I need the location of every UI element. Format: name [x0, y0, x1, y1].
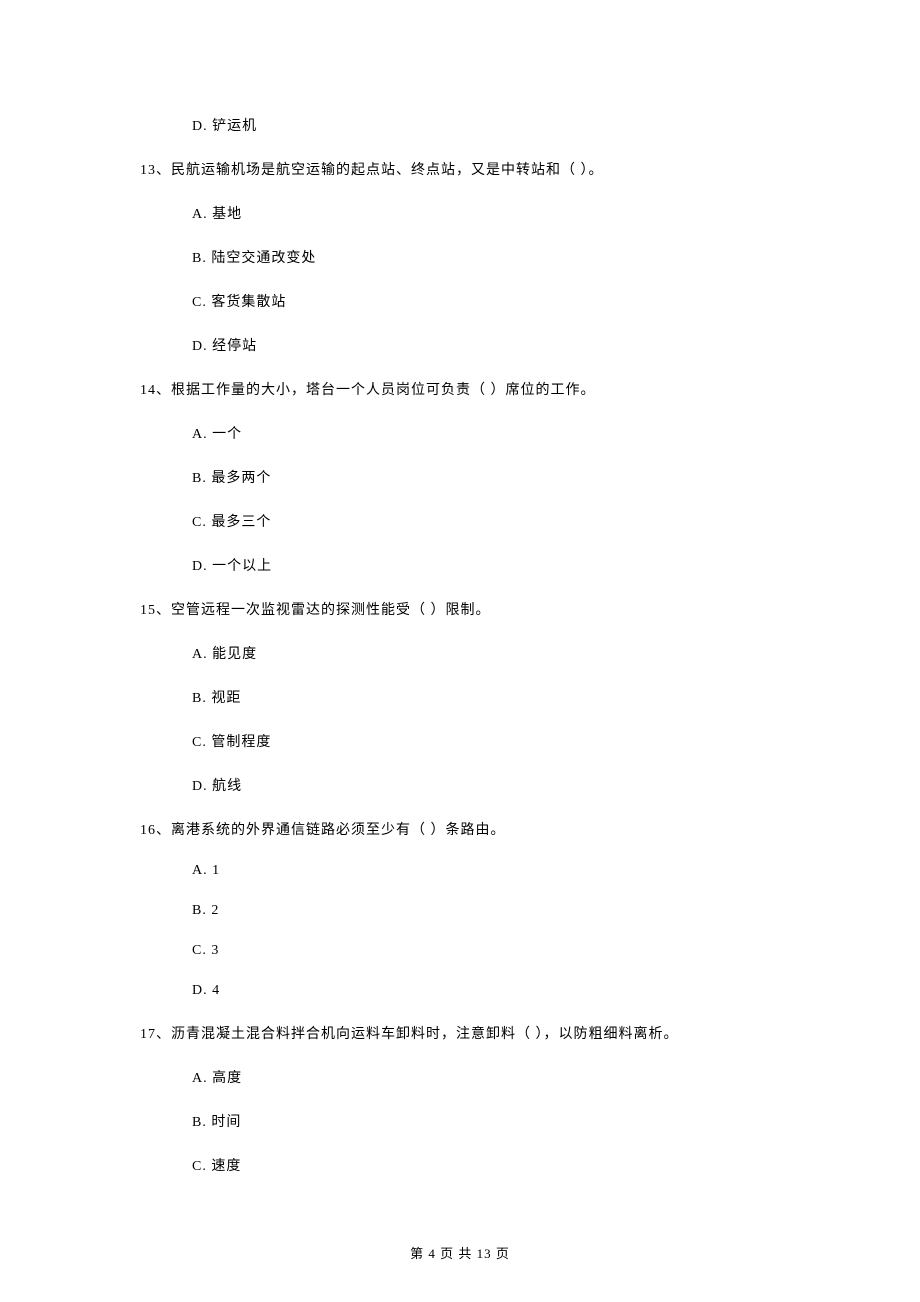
question-16-option-d: D. 4 — [192, 983, 780, 999]
question-15-stem: 15、空管远程一次监视雷达的探测性能受（ ）限制。 — [140, 599, 780, 619]
question-14-stem: 14、根据工作量的大小，塔台一个人员岗位可负责（ ）席位的工作。 — [140, 379, 780, 399]
question-15-option-a: A. 能见度 — [192, 643, 780, 663]
question-16-stem: 16、离港系统的外界通信链路必须至少有（ ）条路由。 — [140, 819, 780, 839]
question-14-option-b: B. 最多两个 — [192, 467, 780, 487]
question-13-option-a: A. 基地 — [192, 203, 780, 223]
question-13-stem: 13、民航运输机场是航空运输的起点站、终点站，又是中转站和（ ）。 — [140, 159, 780, 179]
orphan-option: D. 铲运机 — [192, 115, 780, 135]
question-13-option-b: B. 陆空交通改变处 — [192, 247, 780, 267]
page-content: D. 铲运机 13、民航运输机场是航空运输的起点站、终点站，又是中转站和（ ）。… — [0, 0, 920, 1175]
question-15-option-c: C. 管制程度 — [192, 731, 780, 751]
question-15-option-d: D. 航线 — [192, 775, 780, 795]
question-16-option-c: C. 3 — [192, 943, 780, 959]
question-13-option-d: D. 经停站 — [192, 335, 780, 355]
question-17-option-b: B. 时间 — [192, 1111, 780, 1131]
question-15-option-b: B. 视距 — [192, 687, 780, 707]
question-16-option-b: B. 2 — [192, 903, 780, 919]
question-17-option-c: C. 速度 — [192, 1155, 780, 1175]
question-14-option-d: D. 一个以上 — [192, 555, 780, 575]
question-13-option-c: C. 客货集散站 — [192, 291, 780, 311]
question-17-option-a: A. 高度 — [192, 1067, 780, 1087]
question-17-stem: 17、沥青混凝土混合料拌合机向运料车卸料时，注意卸料（ ），以防粗细料离析。 — [140, 1023, 780, 1043]
question-14-option-a: A. 一个 — [192, 423, 780, 443]
question-16-option-a: A. 1 — [192, 863, 780, 879]
question-14-option-c: C. 最多三个 — [192, 511, 780, 531]
page-footer: 第 4 页 共 13 页 — [0, 1243, 920, 1262]
